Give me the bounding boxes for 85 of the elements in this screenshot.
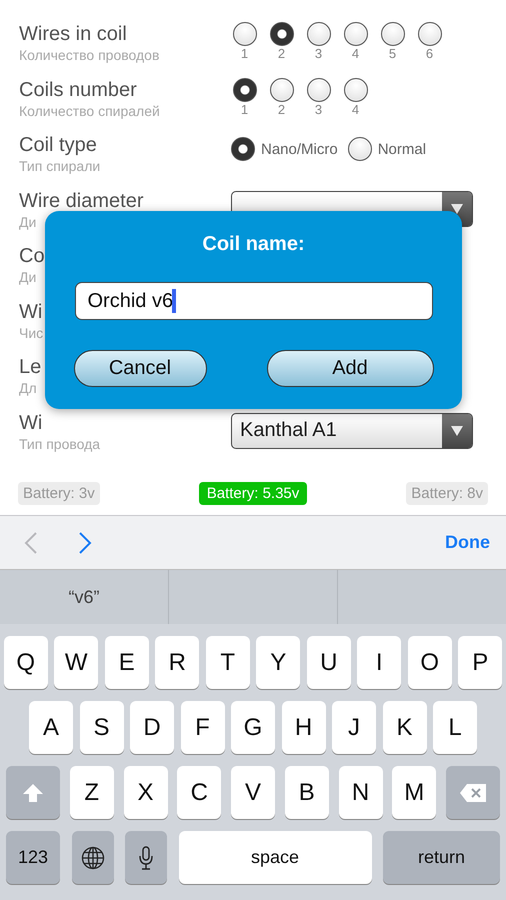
radio-button[interactable] — [380, 22, 404, 46]
radio-button[interactable] — [232, 22, 256, 46]
key[interactable]: B — [284, 766, 329, 819]
key[interactable]: E — [104, 636, 149, 689]
key[interactable]: S — [80, 701, 124, 754]
dropdown[interactable]: Kanthal A1 — [231, 412, 473, 448]
field-sublabel: Тип спирали — [19, 157, 100, 175]
field-label: Wires in coil — [19, 22, 127, 46]
key[interactable]: W — [54, 636, 98, 689]
radio-label: 5 — [388, 46, 396, 62]
field-sublabel: Чис — [19, 324, 44, 342]
radio-label: 4 — [352, 102, 360, 118]
radio-label: Normal — [378, 140, 426, 158]
dialog-button[interactable]: Add — [266, 350, 434, 387]
delete-icon — [459, 782, 487, 802]
radio-label: 3 — [314, 102, 322, 118]
radio-button[interactable] — [306, 78, 330, 102]
key[interactable]: L — [433, 701, 477, 754]
radio-label: 2 — [278, 46, 286, 62]
radio-button[interactable] — [344, 22, 368, 46]
globe-key[interactable] — [72, 831, 114, 884]
radio-button[interactable] — [306, 22, 330, 46]
input-field[interactable]: Orchid v6 — [74, 282, 432, 320]
space-key[interactable]: space — [178, 831, 372, 884]
field-label: Coils number — [19, 78, 137, 102]
numbers-key[interactable]: 123 — [6, 831, 60, 884]
key[interactable]: P — [458, 636, 502, 689]
key[interactable]: D — [130, 701, 174, 754]
field-sublabel: Ди — [19, 268, 36, 286]
radio-button[interactable] — [270, 22, 294, 46]
key[interactable]: F — [180, 701, 224, 754]
dropdown-arrow-icon — [450, 202, 464, 214]
radio-button[interactable] — [418, 22, 442, 46]
radio-label: 4 — [352, 46, 360, 62]
key[interactable]: M — [392, 766, 436, 819]
return-key[interactable]: return — [383, 831, 500, 884]
key[interactable]: U — [306, 636, 351, 689]
radio-button[interactable] — [348, 137, 372, 161]
next-icon[interactable] — [78, 530, 92, 554]
radio-button[interactable] — [232, 78, 256, 102]
key[interactable]: N — [338, 766, 382, 819]
key[interactable]: G — [231, 701, 275, 754]
key[interactable]: V — [231, 766, 275, 819]
key[interactable]: T — [206, 636, 250, 689]
key[interactable]: O — [408, 636, 452, 689]
key[interactable]: Z — [70, 766, 114, 819]
field-label: Wi — [19, 300, 42, 324]
globe-icon — [80, 846, 104, 870]
field-label: Le — [19, 355, 42, 379]
radio-button[interactable] — [270, 78, 294, 102]
field-label: Coil type — [19, 133, 97, 157]
dialog-button[interactable]: Cancel — [74, 350, 206, 387]
radio-label: 1 — [240, 102, 248, 118]
radio-label: 6 — [426, 46, 434, 62]
key[interactable]: I — [357, 636, 402, 689]
key[interactable]: H — [282, 701, 326, 754]
field-sublabel: Тип провода — [19, 434, 100, 452]
key[interactable]: K — [382, 701, 426, 754]
radio-label: 1 — [240, 46, 248, 62]
radio-button[interactable] — [231, 137, 255, 161]
suggestion[interactable]: “v6” — [68, 586, 100, 608]
dropdown-arrow-icon — [450, 424, 464, 436]
field-sublabel: Количество спиралей — [19, 102, 160, 120]
field-sublabel: Ди — [19, 212, 36, 230]
field-label: Co — [19, 244, 45, 268]
key[interactable]: R — [155, 636, 200, 689]
radio-label: Nano/Micro — [261, 140, 338, 158]
field-sublabel: Дл — [19, 379, 37, 397]
microphone-icon — [139, 846, 153, 870]
field-label: Wi — [19, 410, 42, 434]
key[interactable]: A — [29, 701, 73, 754]
radio-button[interactable] — [344, 78, 368, 102]
done-button[interactable]: Done — [445, 532, 490, 553]
radio-label: 2 — [278, 102, 286, 118]
dialog-title: Coil name: — [202, 233, 305, 256]
key[interactable]: Q — [4, 636, 48, 689]
microphone-key[interactable] — [125, 831, 167, 884]
radio-label: 3 — [314, 46, 322, 62]
field-sublabel: Количество проводов — [19, 46, 160, 64]
shift-icon — [22, 782, 44, 802]
key[interactable]: J — [332, 701, 376, 754]
key[interactable]: X — [124, 766, 168, 819]
key[interactable]: C — [177, 766, 222, 819]
key[interactable]: Y — [256, 636, 300, 689]
field-label: Wire diameter — [19, 188, 144, 212]
